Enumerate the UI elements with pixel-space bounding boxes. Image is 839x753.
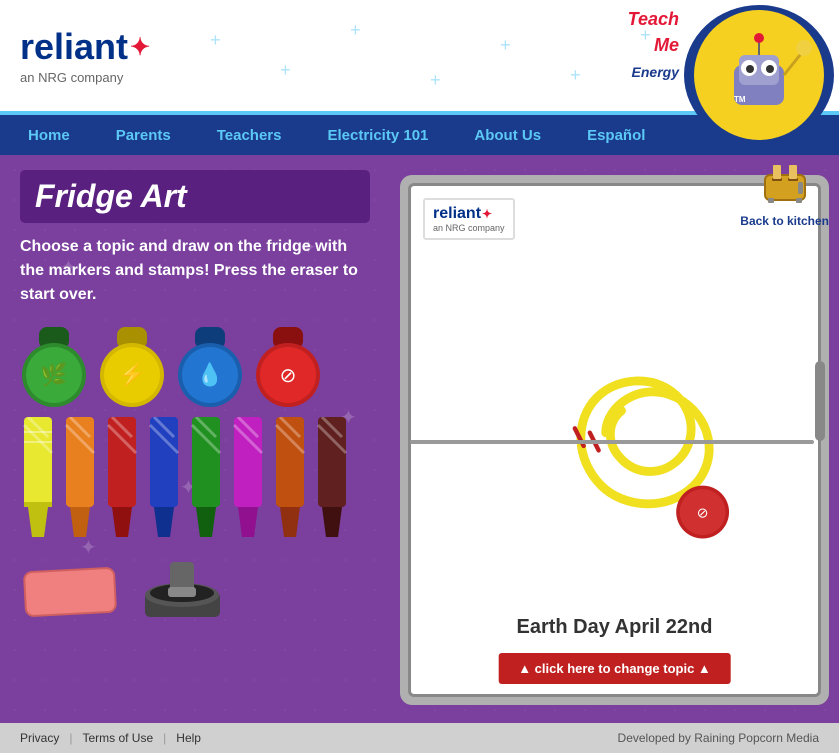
- right-panel: Back to kitchen reliant✦ an NRG company: [390, 155, 839, 723]
- logo-sub: an NRG company: [20, 70, 150, 85]
- nav-home[interactable]: Home: [20, 122, 78, 149]
- fridge-drawing[interactable]: ⊘: [411, 186, 818, 618]
- decor-plus-6: +: [570, 65, 581, 86]
- description-text: Choose a topic and draw on the fridge wi…: [20, 235, 370, 307]
- footer-help[interactable]: Help: [176, 731, 201, 745]
- stamp-green[interactable]: 🌿: [20, 327, 88, 402]
- change-topic-button[interactable]: ▲ click here to change topic ▲: [498, 653, 731, 684]
- svg-text:⊘: ⊘: [697, 504, 709, 520]
- fridge-handle: [815, 361, 825, 441]
- footer: Privacy | Terms of Use | Help Developed …: [0, 723, 839, 753]
- markers-area: [20, 417, 370, 542]
- marker-red[interactable]: [104, 417, 140, 542]
- logo-star: ✦: [130, 33, 150, 62]
- logo-name: reliant: [20, 26, 128, 68]
- mascot-area: Teach Me Energy: [639, 0, 839, 115]
- back-to-kitchen-button[interactable]: Back to kitchen: [740, 160, 829, 228]
- footer-sep-2: |: [163, 731, 166, 745]
- stamps-row: 🌿 ⚡ 💧: [20, 327, 370, 402]
- logo-text: reliant ✦: [20, 26, 150, 68]
- footer-privacy[interactable]: Privacy: [20, 731, 59, 745]
- nav-espanol[interactable]: Español: [579, 122, 653, 149]
- fridge-art-title: Fridge Art: [20, 170, 370, 223]
- decor-plus-5: +: [500, 35, 511, 56]
- bottom-tools: [20, 557, 370, 632]
- nav-aboutus[interactable]: About Us: [466, 122, 549, 149]
- fridge-logo-sub: an NRG company: [433, 223, 505, 233]
- svg-text:⊘: ⊘: [280, 365, 297, 387]
- back-to-kitchen-label: Back to kitchen: [740, 214, 829, 228]
- decor-plus-3: +: [350, 20, 361, 41]
- earth-day-label: Earth Day April 22nd: [411, 616, 818, 639]
- fridge-divider: [410, 440, 814, 444]
- nav-parents[interactable]: Parents: [108, 122, 179, 149]
- main-content: ✦ ✦ ✦ ✦ ✦ ✦ ✦ ✦ Fridge Art Choose a topi…: [0, 155, 839, 723]
- left-panel: Fridge Art Choose a topic and draw on th…: [0, 155, 390, 723]
- logo-area: reliant ✦ an NRG company: [20, 26, 150, 85]
- footer-right: Developed by Raining Popcorn Media: [618, 731, 819, 745]
- toaster-icon: [760, 160, 810, 214]
- svg-text:⚡: ⚡: [118, 362, 145, 388]
- stamp-blue[interactable]: 💧: [176, 327, 244, 402]
- mascot-icon: TM: [694, 10, 824, 140]
- nav-electricity101[interactable]: Electricity 101: [319, 122, 436, 149]
- decor-plus-2: +: [280, 60, 291, 81]
- fridge-reliant-logo: reliant✦ an NRG company: [423, 198, 515, 240]
- nav-teachers[interactable]: Teachers: [209, 122, 290, 149]
- marker-orange[interactable]: [62, 417, 98, 542]
- teach-me-label: Teach Me Energy: [628, 5, 679, 83]
- svg-text:TM: TM: [734, 95, 746, 104]
- footer-sep-1: |: [69, 731, 72, 745]
- page-header: reliant ✦ an NRG company + + + + + + + T…: [0, 0, 839, 115]
- footer-terms[interactable]: Terms of Use: [82, 731, 153, 745]
- svg-text:🌿: 🌿: [40, 362, 67, 387]
- mascot-circle: TM: [684, 5, 834, 145]
- eraser-tool[interactable]: [20, 565, 120, 625]
- decor-plus-4: +: [430, 70, 441, 91]
- stamp-pad-tool[interactable]: [140, 557, 225, 632]
- marker-green[interactable]: [188, 417, 224, 542]
- marker-brown[interactable]: [314, 417, 350, 542]
- stamp-yellow[interactable]: ⚡: [98, 327, 166, 402]
- decor-plus-1: +: [210, 30, 221, 51]
- fridge-logo-text: reliant✦: [433, 205, 505, 223]
- stamp-red[interactable]: ⊘: [254, 327, 322, 402]
- marker-purple[interactable]: [230, 417, 266, 542]
- svg-text:💧: 💧: [196, 362, 223, 387]
- marker-yellow[interactable]: [20, 417, 56, 542]
- marker-dark-orange[interactable]: [272, 417, 308, 542]
- footer-left: Privacy | Terms of Use | Help: [20, 731, 201, 745]
- marker-blue[interactable]: [146, 417, 182, 542]
